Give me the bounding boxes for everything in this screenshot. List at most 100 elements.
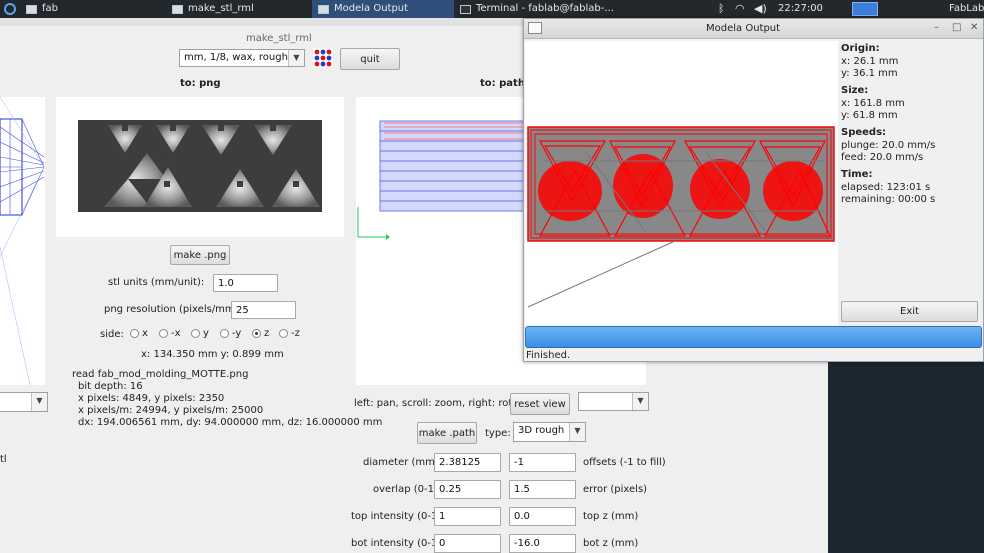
radio-icon	[220, 328, 229, 338]
side-option-y[interactable]: y	[191, 328, 209, 339]
radio-icon	[130, 328, 139, 338]
png-resolution-label: png resolution (pixels/mm):	[104, 304, 242, 315]
time-heading: Time:	[841, 169, 873, 180]
png-heading: to: png	[180, 78, 221, 89]
taskbar-item-terminal[interactable]: Terminal - fablab@fablab-...	[460, 0, 614, 18]
overlap-label: overlap (0-1)	[373, 484, 438, 495]
remaining-time: remaining: 00:00 s	[841, 194, 936, 205]
workspace-icon	[852, 2, 878, 16]
feed-speed: feed: 20.0 mm/s	[841, 152, 924, 163]
diameter-input[interactable]	[434, 453, 501, 472]
maximize-icon[interactable]: □	[952, 22, 961, 33]
bot-intensity-input[interactable]	[434, 534, 501, 553]
modela-titlebar[interactable]: Modela Output – □ ✕	[524, 19, 983, 39]
quit-button[interactable]: quit	[340, 48, 400, 70]
chevron-down-icon: ▼	[31, 393, 47, 411]
size-y: y: 61.8 mm	[841, 110, 898, 121]
app-menu-button[interactable]	[4, 0, 16, 18]
fab-logo-icon	[313, 48, 333, 68]
read-info-line: dx: 194.006561 mm, dy: 94.000000 mm, dz:…	[78, 417, 383, 428]
taskbar-item-modela-output[interactable]: Modela Output	[312, 0, 454, 18]
left-select[interactable]: ▼	[0, 392, 48, 412]
overlap-input[interactable]	[434, 480, 501, 499]
size-x: x: 161.8 mm	[841, 98, 905, 109]
wifi-icon[interactable]: ◠	[735, 0, 745, 18]
progress-bar-fill	[526, 327, 981, 347]
origin-y: y: 36.1 mm	[841, 68, 898, 79]
elapsed-time: elapsed: 123:01 s	[841, 182, 931, 193]
top-intensity-input[interactable]	[434, 507, 501, 526]
toolpath-output-canvas	[525, 41, 838, 339]
path-type-select[interactable]: 3D rough ▼	[513, 422, 586, 442]
side-option-z[interactable]: z	[252, 328, 269, 339]
view-hint: left: pan, scroll: zoom, right: rotate	[354, 398, 529, 409]
stl-view-panel[interactable]	[0, 96, 45, 386]
workspace-label: FabLab	[949, 3, 984, 14]
window-title: make_stl_rml	[246, 33, 312, 44]
size-heading: Size:	[841, 85, 869, 96]
read-info-line: x pixels/m: 24994, y pixels/m: 25000	[78, 405, 264, 416]
toolpath-drawing	[527, 126, 835, 308]
volume-icon[interactable]: ◀)	[754, 0, 767, 18]
window-icon	[318, 4, 329, 14]
left-partial-text: tl	[0, 454, 7, 465]
stl-units-input[interactable]	[213, 274, 278, 292]
radio-icon	[159, 328, 168, 338]
origin-x: x: 26.1 mm	[841, 56, 899, 67]
chevron-down-icon: ▼	[632, 393, 648, 410]
clock[interactable]: 22:27:00	[778, 0, 823, 18]
png-resolution-input[interactable]	[231, 301, 296, 319]
side-label: side:	[100, 329, 124, 340]
path-heading: to: path	[480, 78, 525, 89]
top-z-input[interactable]	[509, 507, 576, 526]
workspace-switcher[interactable]	[852, 0, 878, 18]
error-input[interactable]	[509, 480, 576, 499]
make-path-button[interactable]: make .path	[417, 422, 477, 444]
chevron-down-icon: ▼	[569, 423, 585, 441]
process-select[interactable]: mm, 1/8, wax, rough ▼	[179, 49, 305, 67]
stl-mesh-view	[0, 96, 45, 386]
exit-button[interactable]: Exit	[841, 301, 978, 322]
origin-heading: Origin:	[841, 43, 880, 54]
bluetooth-icon[interactable]: ᛒ	[718, 0, 725, 18]
png-heightmap-image	[78, 120, 322, 212]
taskbar: fab make_stl_rml Modela Output Terminal …	[0, 0, 984, 18]
progress-bar	[525, 326, 982, 348]
cursor-coordinates: x: 134.350 mm y: 0.899 mm	[141, 349, 284, 360]
window-icon	[528, 22, 542, 34]
error-label: error (pixels)	[583, 484, 648, 495]
speeds-heading: Speeds:	[841, 127, 887, 138]
side-option-neg-x[interactable]: -x	[159, 328, 181, 339]
plunge-speed: plunge: 20.0 mm/s	[841, 140, 936, 151]
diameter-label: diameter (mm)	[363, 457, 439, 468]
chevron-down-icon: ▼	[288, 50, 304, 66]
side-option-x[interactable]: x	[130, 328, 148, 339]
offsets-label: offsets (-1 to fill)	[583, 457, 666, 468]
radio-selected-icon	[252, 328, 261, 338]
status-text: Finished.	[526, 350, 571, 361]
top-intensity-label: top intensity (0-1)	[351, 511, 442, 522]
radio-icon	[279, 328, 288, 338]
window-icon	[172, 4, 183, 14]
read-info-line: x pixels: 4849, y pixels: 2350	[78, 393, 225, 404]
window-icon	[26, 4, 37, 14]
offsets-input[interactable]	[509, 453, 576, 472]
make-png-button[interactable]: make .png	[170, 245, 230, 265]
type-label: type:	[485, 428, 511, 439]
bot-z-input[interactable]	[509, 534, 576, 553]
read-info-line: read fab_mod_molding_MOTTE.png	[72, 369, 249, 380]
read-info-line: bit depth: 16	[78, 381, 143, 392]
minimize-icon[interactable]: –	[934, 22, 939, 33]
radio-icon	[191, 328, 200, 338]
side-option-neg-z[interactable]: -z	[279, 328, 300, 339]
close-icon[interactable]: ✕	[970, 22, 978, 33]
view-select[interactable]: ▼	[578, 392, 649, 411]
top-z-label: top z (mm)	[583, 511, 639, 522]
taskbar-item-fab[interactable]: fab	[26, 0, 58, 18]
terminal-icon	[460, 4, 471, 14]
side-option-neg-y[interactable]: -y	[220, 328, 241, 339]
reset-view-button[interactable]: reset view	[510, 393, 570, 415]
bot-z-label: bot z (mm)	[583, 538, 639, 549]
taskbar-item-make-stl-rml[interactable]: make_stl_rml	[172, 0, 254, 18]
app-menu-icon	[4, 3, 16, 15]
